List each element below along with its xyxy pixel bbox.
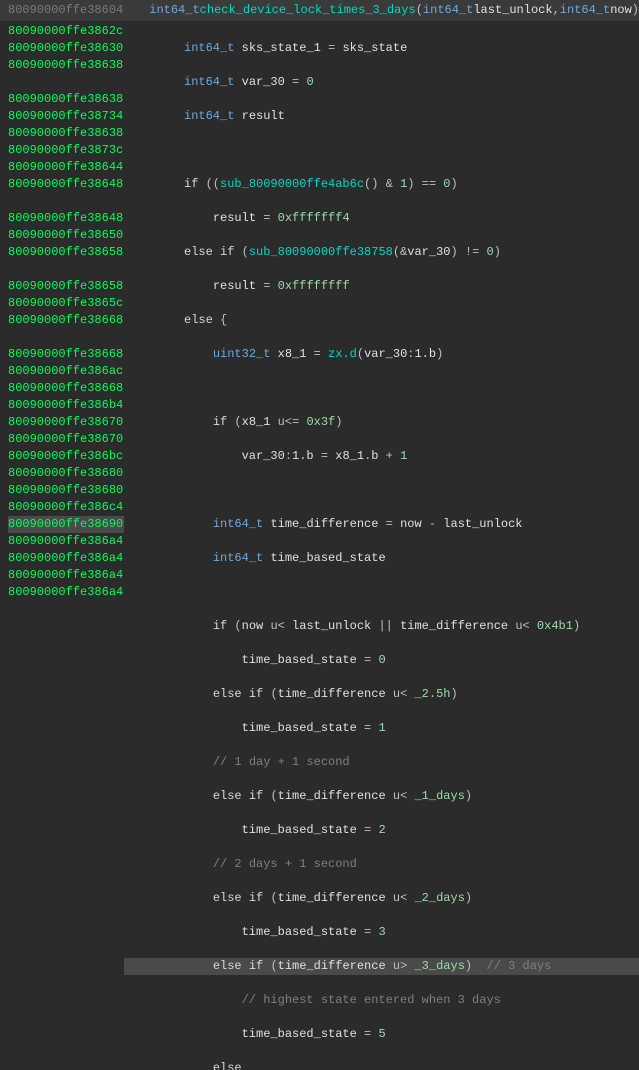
code-line[interactable]: int64_t sks_state_1 = sks_state <box>124 40 639 57</box>
addr-line[interactable]: 80090000ffe38648 <box>8 176 124 193</box>
addr-line[interactable] <box>8 261 124 278</box>
param-now[interactable]: now <box>610 2 632 19</box>
address-gutter: 80090000ffe3862c 80090000ffe38630 800900… <box>0 21 124 1070</box>
code-line[interactable]: time_based_state = 2 <box>124 822 639 839</box>
addr-line[interactable]: 80090000ffe38734 <box>8 108 124 125</box>
code-line[interactable] <box>124 482 639 499</box>
addr-line[interactable]: 80090000ffe38638 <box>8 125 124 142</box>
addr-line[interactable]: 80090000ffe38670 <box>8 431 124 448</box>
code-line[interactable]: // 1 day + 1 second <box>124 754 639 771</box>
param-last-unlock[interactable]: last_unlock <box>473 2 552 19</box>
code-line[interactable]: // 2 days + 1 second <box>124 856 639 873</box>
addr-line[interactable]: 80090000ffe386a4 <box>8 584 124 601</box>
code-line[interactable]: else if (time_difference u< _1_days) <box>124 788 639 805</box>
addr-line[interactable]: 80090000ffe38680 <box>8 482 124 499</box>
addr-line[interactable] <box>8 193 124 210</box>
code-line[interactable] <box>124 584 639 601</box>
code-line[interactable]: uint32_t x8_1 = zx.d(var_30:1.b) <box>124 346 639 363</box>
code-line[interactable]: time_based_state = 1 <box>124 720 639 737</box>
code-line[interactable]: if ((sub_80090000ffe4ab6c() & 1) == 0) <box>124 176 639 193</box>
addr-line[interactable]: 80090000ffe38670 <box>8 414 124 431</box>
addr-line[interactable]: 80090000ffe386b4 <box>8 397 124 414</box>
function-name[interactable]: check_device_lock_times_3_days <box>200 2 416 19</box>
addr-line[interactable]: 80090000ffe386bc <box>8 448 124 465</box>
addr-line[interactable]: 80090000ffe38658 <box>8 244 124 261</box>
addr-line[interactable]: 80090000ffe3873c <box>8 142 124 159</box>
addr-line[interactable]: 80090000ffe3865c <box>8 295 124 312</box>
code-line[interactable]: time_based_state = 5 <box>124 1026 639 1043</box>
code-line[interactable]: result = 0xffffffff <box>124 278 639 295</box>
code-line[interactable]: time_based_state = 0 <box>124 652 639 669</box>
code-line[interactable]: int64_t time_based_state <box>124 550 639 567</box>
code-line[interactable]: if (now u< last_unlock || time_differenc… <box>124 618 639 635</box>
addr-line[interactable]: 80090000ffe38630 <box>8 40 124 57</box>
code-line[interactable]: if (x8_1 u<= 0x3f) <box>124 414 639 431</box>
addr-line[interactable]: 80090000ffe38638 <box>8 57 124 74</box>
addr-line[interactable] <box>8 329 124 346</box>
code-line[interactable]: time_based_state = 3 <box>124 924 639 941</box>
code-line[interactable]: // highest state entered when 3 days <box>124 992 639 1009</box>
addr-line[interactable]: 80090000ffe38668 <box>8 380 124 397</box>
addr-line[interactable]: 80090000ffe38638 <box>8 91 124 108</box>
addr-line[interactable]: 80090000ffe386a4 <box>8 567 124 584</box>
addr-line[interactable]: 80090000ffe386a4 <box>8 550 124 567</box>
code-line[interactable]: else if (sub_80090000ffe38758(&var_30) !… <box>124 244 639 261</box>
code-body: 80090000ffe3862c 80090000ffe38630 800900… <box>0 21 639 1070</box>
code-line[interactable] <box>124 142 639 159</box>
code-line[interactable] <box>124 380 639 397</box>
addr-line[interactable] <box>8 74 124 91</box>
addr-line[interactable]: 80090000ffe38648 <box>8 210 124 227</box>
code-line[interactable]: int64_t var_30 = 0 <box>124 74 639 91</box>
code-line[interactable]: int64_t result <box>124 108 639 125</box>
header-address: 80090000ffe38604 <box>8 2 123 19</box>
addr-line[interactable]: 80090000ffe38680 <box>8 465 124 482</box>
code-line[interactable]: var_30:1.b = x8_1.b + 1 <box>124 448 639 465</box>
code-line[interactable]: else { <box>124 312 639 329</box>
code-line[interactable]: else if (time_difference u< _2.5h) <box>124 686 639 703</box>
addr-line[interactable]: 80090000ffe386c4 <box>8 499 124 516</box>
addr-line[interactable]: 80090000ffe386a4 <box>8 533 124 550</box>
addr-line[interactable]: 80090000ffe38668 <box>8 346 124 363</box>
function-header: 80090000ffe38604 int64_t check_device_lo… <box>0 0 639 21</box>
code-panel[interactable]: int64_t sks_state_1 = sks_state int64_t … <box>124 21 639 1070</box>
addr-line[interactable]: 80090000ffe38644 <box>8 159 124 176</box>
code-line[interactable]: else if (time_difference u< _2_days) <box>124 890 639 907</box>
addr-line[interactable]: 80090000ffe38690 <box>8 516 124 533</box>
addr-line[interactable]: 80090000ffe38650 <box>8 227 124 244</box>
addr-line[interactable]: 80090000ffe386ac <box>8 363 124 380</box>
code-line[interactable]: int64_t time_difference = now - last_unl… <box>124 516 639 533</box>
addr-line[interactable]: 80090000ffe38668 <box>8 312 124 329</box>
return-type: int64_t <box>149 2 199 19</box>
code-line[interactable]: else <box>124 1060 639 1070</box>
code-line[interactable]: result = 0xfffffff4 <box>124 210 639 227</box>
addr-line[interactable]: 80090000ffe3862c <box>8 23 124 40</box>
code-line-highlighted[interactable]: else if (time_difference u> _3_days) // … <box>124 958 639 975</box>
addr-line[interactable]: 80090000ffe38658 <box>8 278 124 295</box>
